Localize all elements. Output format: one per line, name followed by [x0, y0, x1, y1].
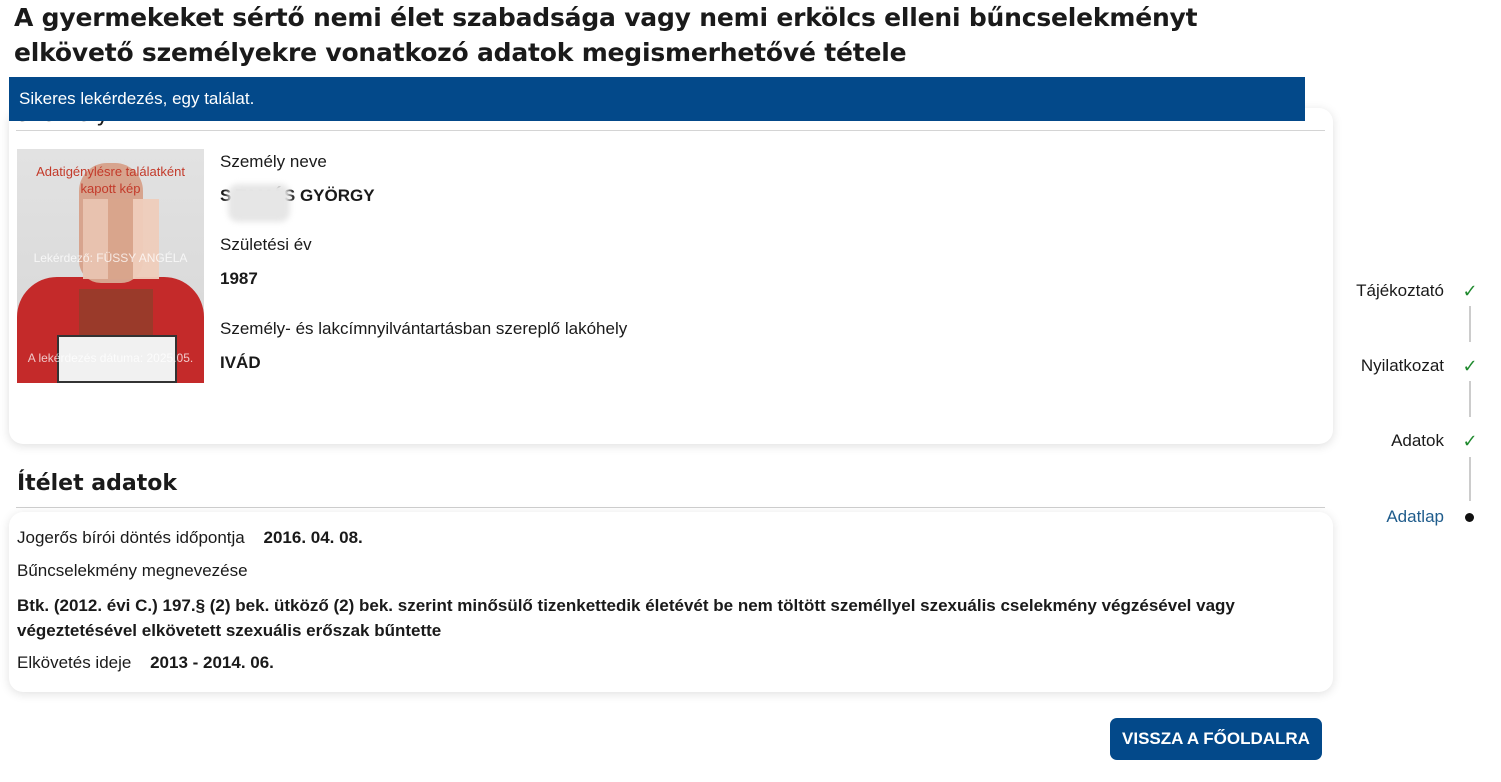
- person-photo: Adatigénylésre találatként kapott kép Le…: [17, 149, 204, 383]
- residence-value: IVÁD: [220, 353, 261, 372]
- check-icon: ✓: [1462, 431, 1478, 451]
- step-connector: [1469, 381, 1471, 417]
- current-step-dot-icon: [1465, 513, 1474, 522]
- person-section-divider: [16, 130, 1325, 131]
- photo-pixelated-face: [83, 199, 159, 279]
- photo-watermark-mid: Lekérdező: FÜSSY ANGÉLA: [33, 251, 188, 265]
- person-name-label: Személy neve: [220, 152, 327, 171]
- birth-year-label: Születési év: [220, 235, 312, 254]
- check-icon: ✓: [1462, 281, 1478, 301]
- offense-period-label: Elkövetés ideje: [17, 653, 132, 672]
- step-connector: [1469, 457, 1471, 501]
- success-banner: Sikeres lekérdezés, egy találat.: [9, 77, 1305, 121]
- person-card: [9, 108, 1333, 444]
- crime-name-value: Btk. (2012. évi C.) 197.§ (2) bek. ütköz…: [17, 596, 1235, 640]
- back-to-home-button[interactable]: VISSZA A FŐOLDALRA: [1110, 718, 1322, 760]
- step-tajekoztato[interactable]: Tájékoztató: [1356, 281, 1444, 301]
- page-title: A gyermekeket sértő nemi élet szabadsága…: [14, 3, 1198, 67]
- verdict-section-title: Ítélet adatok: [17, 471, 177, 496]
- progress-stepper: Tájékoztató ✓ Nyilatkozat ✓ Adatok ✓ Ada…: [1340, 270, 1490, 540]
- photo-watermark-top: Adatigénylésre találatként kapott kép: [36, 164, 185, 196]
- verdict-section-divider: [16, 507, 1325, 508]
- decision-date-label: Jogerős bírói döntés időpontja: [17, 528, 245, 547]
- step-connector: [1469, 306, 1471, 342]
- photo-watermark-bottom: A lekérdezés dátuma: 2025.05.: [27, 351, 194, 365]
- crime-name-label: Bűncselekmény megnevezése: [17, 561, 248, 580]
- offense-period-value: 2013 - 2014. 06.: [150, 653, 274, 672]
- offense-period-row: Elkövetés ideje 2013 - 2014. 06.: [17, 653, 274, 673]
- step-nyilatkozat[interactable]: Nyilatkozat: [1361, 356, 1444, 376]
- step-adatlap[interactable]: Adatlap: [1386, 507, 1444, 527]
- residence-label: Személy- és lakcímnyilvántartásban szere…: [220, 319, 628, 338]
- step-adatok[interactable]: Adatok: [1391, 431, 1444, 451]
- check-icon: ✓: [1462, 356, 1478, 376]
- birth-year-value: 1987: [220, 269, 258, 288]
- name-redaction-blur: [228, 184, 290, 222]
- decision-date-row: Jogerős bírói döntés időpontja 2016. 04.…: [17, 528, 363, 548]
- decision-date-value: 2016. 04. 08.: [263, 528, 363, 547]
